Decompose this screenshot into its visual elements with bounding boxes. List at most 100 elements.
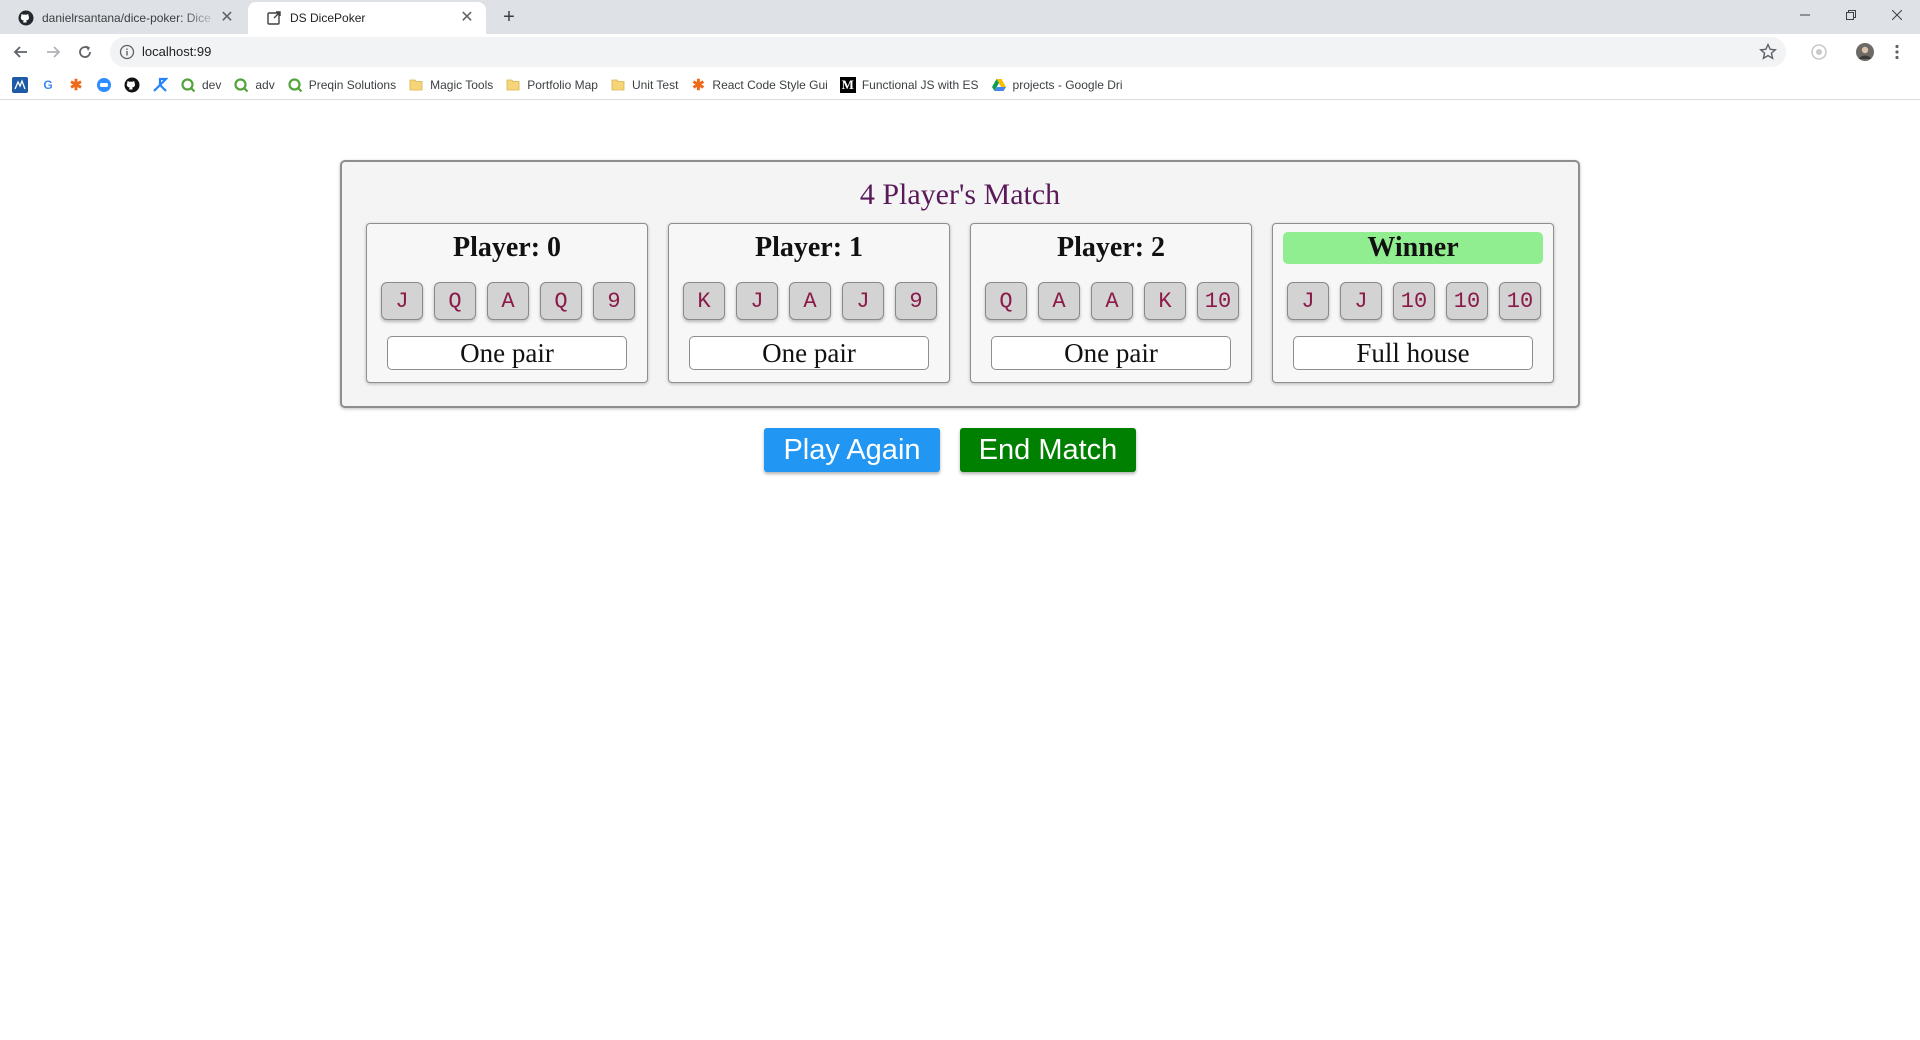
asterisk-app-icon: ✱	[69, 76, 83, 94]
restore-icon[interactable]	[1828, 0, 1874, 30]
dice-row: Q A A K 10	[985, 282, 1239, 320]
dice-row: J Q A Q 9	[381, 282, 635, 320]
external-link-icon	[267, 11, 281, 25]
close-window-icon[interactable]	[1874, 0, 1920, 30]
player-card: Player: 2 Q A A K 10 One pair	[970, 223, 1252, 383]
winner-badge: Winner	[1283, 232, 1543, 264]
bookmark-folder[interactable]: Portfolio Map	[505, 73, 598, 97]
die: Q	[540, 282, 582, 320]
player-card: Player: 1 K J A J 9 One pair	[668, 223, 950, 383]
info-icon[interactable]	[119, 44, 135, 60]
die: K	[1144, 282, 1186, 320]
bookmark-label: projects - Google Dri	[1012, 77, 1123, 92]
die: J	[1340, 282, 1382, 320]
bookmark-item[interactable]: ✱	[68, 73, 84, 97]
extension-icon[interactable]	[1810, 43, 1828, 61]
qlik-icon	[287, 77, 303, 93]
die: A	[789, 282, 831, 320]
asterisk-icon: ✱	[692, 76, 705, 94]
menu-kebab-icon[interactable]	[1888, 43, 1906, 61]
bookmark-app-icon	[12, 76, 28, 93]
bookmark-item[interactable]: G	[40, 73, 56, 97]
new-tab-button[interactable]: +	[498, 6, 520, 28]
bookmark-item[interactable]	[96, 73, 112, 97]
qlik-icon	[180, 77, 196, 93]
match-title: 4 Player's Match	[859, 178, 1061, 211]
die: K	[683, 282, 725, 320]
bookmark-label: React Code Style Gui	[712, 77, 828, 92]
qlik-icon	[233, 77, 249, 93]
die: 10	[1446, 282, 1488, 320]
hand-result: One pair	[387, 336, 627, 370]
url-text: localhost:99	[142, 44, 212, 59]
folder-icon	[610, 77, 626, 93]
google-icon: G	[43, 77, 53, 92]
minimize-icon[interactable]	[1782, 0, 1828, 30]
match-panel: 4 Player's Match Player: 0 J Q A Q 9 One…	[340, 160, 1580, 408]
bookmark-item[interactable]: Preqin Solutions	[287, 73, 396, 97]
die: 10	[1499, 282, 1541, 320]
end-match-button[interactable]: End Match	[960, 428, 1136, 472]
bookmark-label: adv	[255, 77, 275, 92]
medium-icon: M	[839, 76, 856, 93]
bookmark-item[interactable]: adv	[233, 73, 275, 97]
bookmark-item[interactable]: projects - Google Dri	[991, 73, 1123, 97]
github-icon	[124, 77, 140, 93]
browser-toolbar: localhost:99	[0, 34, 1920, 70]
dice-row: J J 10 10 10	[1287, 282, 1541, 320]
tab-dicepoker[interactable]: DS DicePoker ✕	[248, 2, 486, 34]
die: J	[1287, 282, 1329, 320]
die: J	[842, 282, 884, 320]
player-name: Player: 0	[452, 232, 562, 263]
player-card-winner: Winner J J 10 10 10 Full house	[1272, 223, 1554, 383]
bookmark-item[interactable]: ✱ React Code Style Gui	[690, 73, 828, 97]
chat-app-icon	[96, 77, 112, 93]
bookmark-folder[interactable]: Unit Test	[610, 73, 678, 97]
tab-title: DS DicePoker	[290, 11, 366, 25]
bookmark-item[interactable]	[124, 73, 140, 97]
folder-icon	[408, 77, 424, 93]
bookmark-star-icon[interactable]	[1758, 42, 1778, 62]
play-again-button[interactable]: Play Again	[764, 428, 940, 472]
die: A	[487, 282, 529, 320]
page-content: 4 Player's Match Player: 0 J Q A Q 9 One…	[0, 101, 1920, 1040]
hand-result: One pair	[689, 336, 929, 370]
die: 10	[1197, 282, 1239, 320]
profile-avatar-icon[interactable]	[1856, 43, 1874, 61]
github-icon	[18, 10, 34, 26]
die: A	[1038, 282, 1080, 320]
die: J	[381, 282, 423, 320]
die: A	[1091, 282, 1133, 320]
die: Q	[434, 282, 476, 320]
bookmark-label: Unit Test	[631, 77, 679, 92]
back-icon[interactable]	[10, 41, 32, 63]
player-name: Player: 1	[754, 232, 864, 263]
reload-icon[interactable]	[74, 41, 96, 63]
player-name: Player: 2	[1056, 232, 1166, 263]
hand-result: Full house	[1293, 336, 1533, 370]
folder-icon	[505, 77, 521, 93]
die: 10	[1393, 282, 1435, 320]
bookmark-item[interactable]	[12, 73, 28, 97]
die: 9	[593, 282, 635, 320]
address-bar[interactable]: localhost:99	[110, 37, 1786, 67]
tab-github[interactable]: danielrsantana/dice-poker: Dice ✕	[0, 2, 246, 34]
bookmark-label: Functional JS with ES	[861, 77, 979, 92]
bookmark-item[interactable]: dev	[180, 73, 221, 97]
tab-strip: danielrsantana/dice-poker: Dice ✕ DS Dic…	[0, 0, 1920, 34]
die: J	[736, 282, 778, 320]
player-card: Player: 0 J Q A Q 9 One pair	[366, 223, 648, 383]
tab-close-icon[interactable]: ✕	[218, 9, 236, 27]
die: Q	[985, 282, 1027, 320]
bookmark-folder[interactable]: Magic Tools	[408, 73, 493, 97]
tab-close-icon[interactable]: ✕	[458, 9, 476, 27]
bookmark-item[interactable]: M Functional JS with ES	[839, 73, 979, 97]
bookmarks-bar: G ✱ dev adv Preqin Solutions Magic Tools…	[0, 70, 1920, 100]
jira-icon	[152, 77, 168, 93]
bookmark-label: Portfolio Map	[527, 77, 598, 92]
hand-result: One pair	[991, 336, 1231, 370]
forward-icon[interactable]	[42, 41, 64, 63]
google-drive-icon	[991, 77, 1007, 93]
die: 9	[895, 282, 937, 320]
bookmark-item[interactable]	[152, 73, 168, 97]
